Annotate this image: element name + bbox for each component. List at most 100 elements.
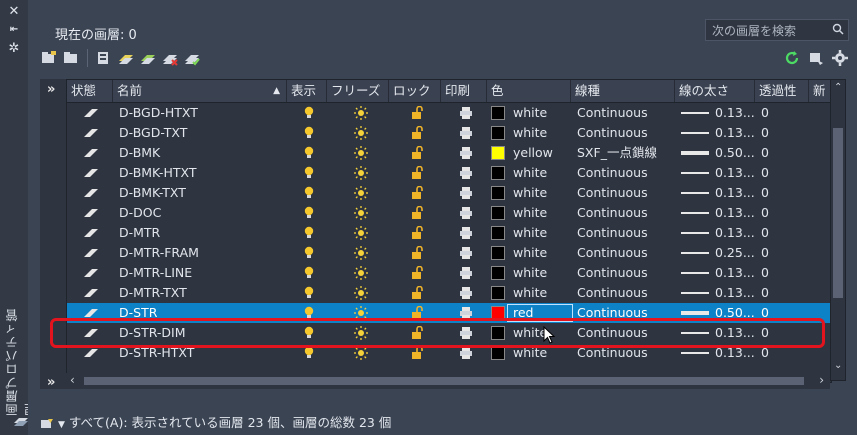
bulb-on-icon[interactable] [299,223,319,243]
color-swatch[interactable] [491,206,505,220]
layer-linetype[interactable]: Continuous [573,183,673,203]
layer-transparency[interactable]: 0 [757,263,807,283]
layer-row[interactable]: D-MTR-LINE white Continuous 0.13... 0 [67,263,831,283]
layer-color[interactable]: yellow [509,143,569,163]
layer-color[interactable]: white [509,203,569,223]
new-layer-vp-frozen-icon[interactable] [139,49,157,67]
layer-transparency[interactable]: 0 [757,143,807,163]
color-swatch[interactable] [491,146,505,160]
layer-search-input[interactable]: 次の画層を検索 [705,19,849,41]
layer-name[interactable]: D-BMK-HTXT [115,163,285,183]
printer-icon[interactable] [455,183,475,203]
layer-status-icon[interactable] [79,203,109,223]
layer-name[interactable]: D-MTR [115,223,285,243]
layer-color[interactable]: white [509,263,569,283]
layer-row[interactable]: D-BGD-HTXT white Continuous 0.13... 0 [67,103,831,123]
layer-status-icon[interactable] [79,263,109,283]
expand-filter-icon[interactable]: » [47,82,55,97]
col-new-vp-freeze[interactable]: 新 [809,80,831,102]
layer-linetype[interactable]: SXF_一点鎖線 [573,143,673,163]
gear-icon[interactable] [831,49,849,67]
layer-status-icon[interactable] [79,163,109,183]
sun-thaw-icon[interactable] [349,223,373,243]
layer-transparency[interactable]: 0 [757,183,807,203]
color-swatch[interactable] [491,246,505,260]
scroll-left-icon[interactable]: ‹ [70,373,75,387]
layer-name[interactable]: D-MTR-LINE [115,263,285,283]
bulb-on-icon[interactable] [299,283,319,303]
bulb-on-icon[interactable] [299,163,319,183]
close-icon[interactable]: ✕ [6,4,22,20]
refresh-icon[interactable] [783,49,801,67]
layer-status-icon[interactable] [79,243,109,263]
layer-row[interactable]: D-BMK yellow SXF_一点鎖線 0.50... 0 [67,143,831,163]
color-swatch[interactable] [491,266,505,280]
printer-icon[interactable] [455,103,475,123]
new-property-filter-icon[interactable] [40,49,58,67]
layer-lineweight[interactable]: 0.50... [711,143,755,163]
autohide-icon[interactable]: ⇤ [6,22,22,38]
layer-lineweight[interactable]: 0.13... [711,223,755,243]
layer-transparency[interactable]: 0 [757,163,807,183]
unlock-icon[interactable] [407,203,427,223]
layer-status-icon[interactable] [79,223,109,243]
layer-status-icon[interactable] [79,103,109,123]
col-transparency[interactable]: 透過性 [755,80,809,102]
col-lineweight[interactable]: 線の太さ [675,80,755,102]
col-lock[interactable]: ロック [389,80,441,102]
scroll-right-icon[interactable]: › [819,373,824,387]
bulb-on-icon[interactable] [299,263,319,283]
layer-name[interactable]: D-BMK-TXT [115,183,285,203]
bulb-on-icon[interactable] [299,203,319,223]
unlock-icon[interactable] [407,163,427,183]
unlock-icon[interactable] [407,283,427,303]
printer-icon[interactable] [455,243,475,263]
properties-gear-icon[interactable]: ✲ [6,41,22,57]
layer-row[interactable]: D-BMK-HTXT white Continuous 0.13... 0 [67,163,831,183]
unlock-icon[interactable] [407,183,427,203]
vscroll-thumb[interactable] [833,128,843,298]
layer-lineweight[interactable]: 0.13... [711,203,755,223]
layer-name[interactable]: D-BGD-HTXT [115,103,285,123]
layer-color[interactable]: white [509,183,569,203]
horizontal-scrollbar[interactable]: ‹ › [66,373,830,389]
color-swatch[interactable] [491,126,505,140]
filter-dropdown-icon[interactable]: ▼ [58,420,65,430]
color-swatch[interactable] [491,106,505,120]
layer-color[interactable]: white [509,283,569,303]
printer-icon[interactable] [455,123,475,143]
col-plot[interactable]: 印刷 [441,80,487,102]
layer-lineweight[interactable]: 0.13... [711,163,755,183]
layer-lineweight[interactable]: 0.25... [711,243,755,263]
layer-linetype[interactable]: Continuous [573,263,673,283]
sun-thaw-icon[interactable] [349,203,373,223]
layer-color[interactable]: white [509,103,569,123]
set-current-icon[interactable] [183,49,201,67]
sun-thaw-icon[interactable] [349,123,373,143]
unlock-icon[interactable] [407,143,427,163]
col-freeze[interactable]: フリーズ [327,80,389,102]
sun-thaw-icon[interactable] [349,263,373,283]
layer-linetype[interactable]: Continuous [573,283,673,303]
unlock-icon[interactable] [407,123,427,143]
bulb-on-icon[interactable] [299,123,319,143]
printer-icon[interactable] [455,163,475,183]
layer-name[interactable]: D-MTR-FRAM [115,243,285,263]
unlock-icon[interactable] [407,223,427,243]
new-group-filter-icon[interactable] [62,49,80,67]
layer-status-icon[interactable] [79,183,109,203]
sun-thaw-icon[interactable] [349,103,373,123]
layer-row[interactable]: D-DOC white Continuous 0.13... 0 [67,203,831,223]
sun-thaw-icon[interactable] [349,183,373,203]
col-color[interactable]: 色 [487,80,571,102]
bulb-on-icon[interactable] [299,103,319,123]
layer-transparency[interactable]: 0 [757,223,807,243]
printer-icon[interactable] [455,263,475,283]
layer-name[interactable]: D-BGD-TXT [115,123,285,143]
scroll-up-icon[interactable]: ⌃ [834,82,842,93]
sun-thaw-icon[interactable] [349,283,373,303]
layer-linetype[interactable]: Continuous [573,223,673,243]
color-swatch[interactable] [491,186,505,200]
layer-lineweight[interactable]: 0.13... [711,103,755,123]
layer-transparency[interactable]: 0 [757,243,807,263]
